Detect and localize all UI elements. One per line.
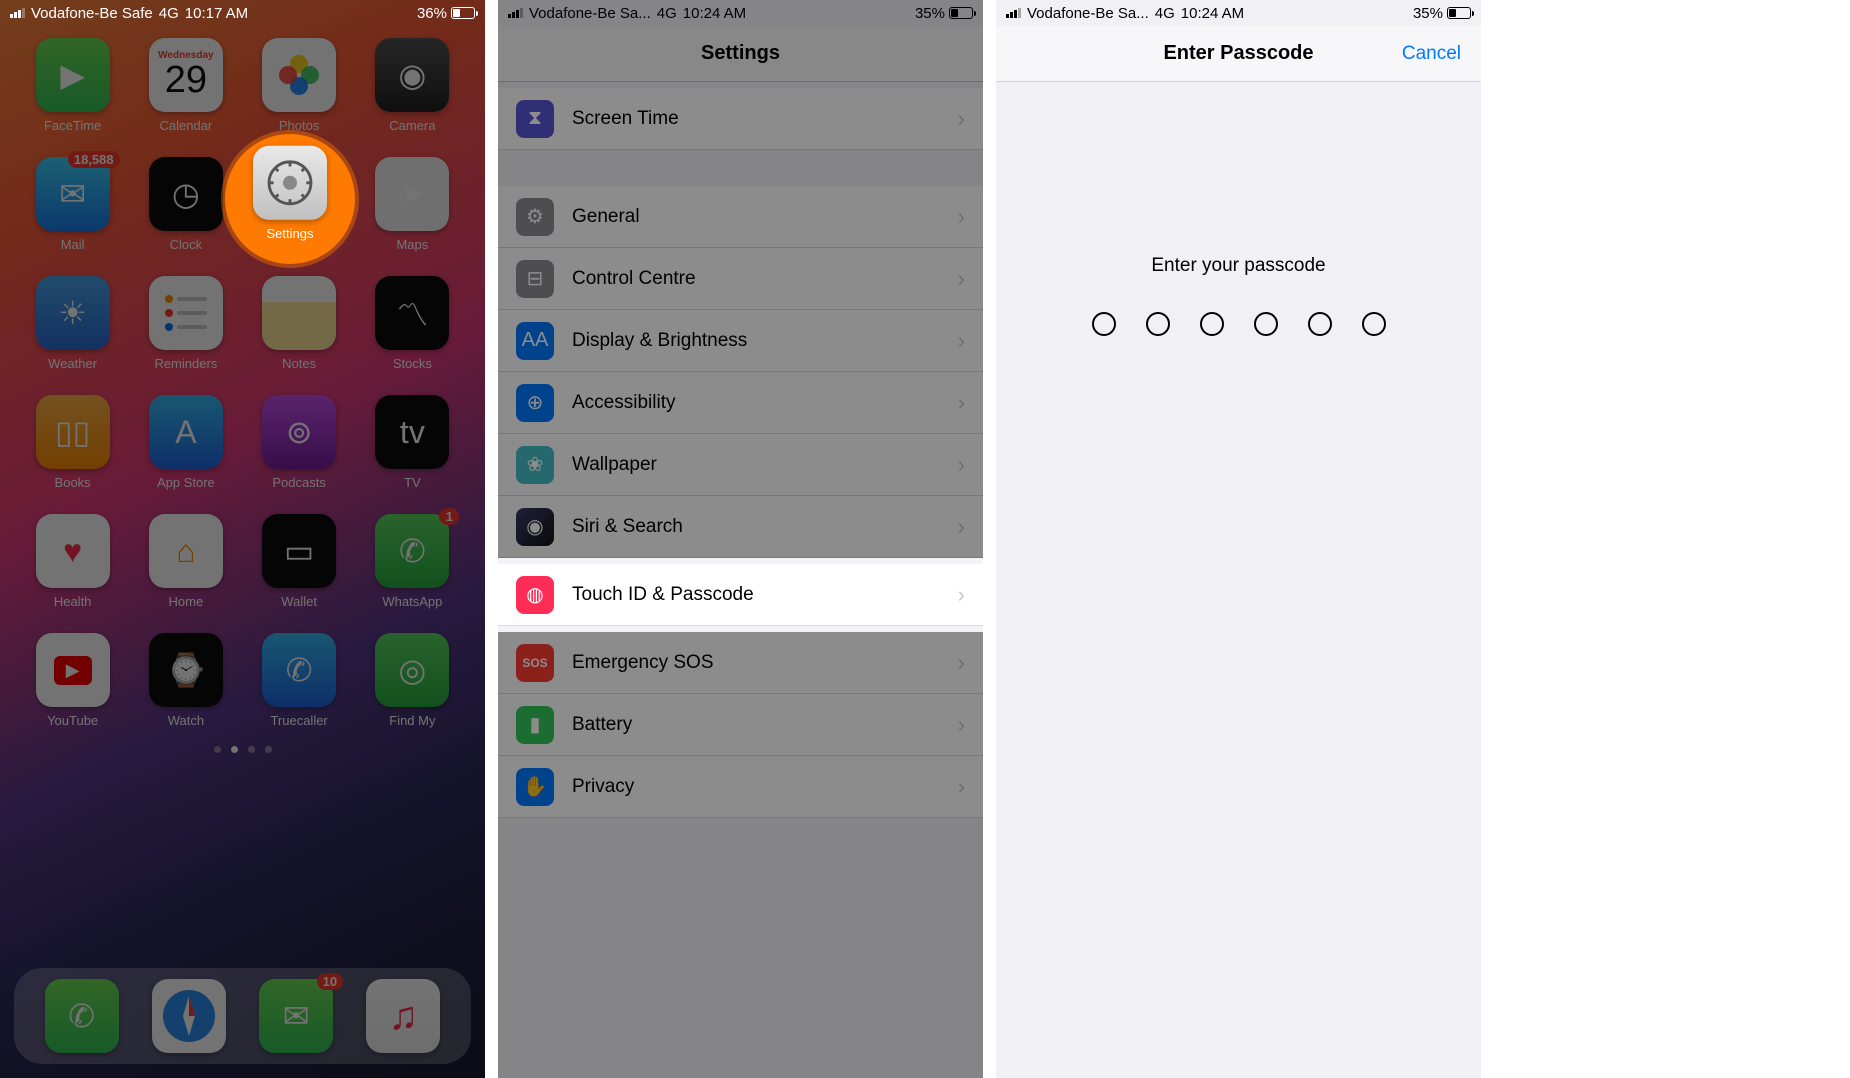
- nav-bar: Settings: [498, 26, 983, 82]
- battery-percent: 36%: [417, 5, 447, 22]
- passcode-dot: [1254, 312, 1278, 336]
- settings-row-touch-id-passcode[interactable]: ◍ Touch ID & Passcode›: [498, 564, 983, 626]
- row-label: General: [572, 206, 958, 228]
- row-label: Siri & Search: [572, 516, 958, 538]
- settings-panel: Vodafone-Be Sa... 4G 10:24 AM 35% Settin…: [498, 0, 983, 1078]
- row-label: Privacy: [572, 776, 958, 798]
- chevron-right-icon: ›: [958, 204, 965, 230]
- ri-general-icon: ⚙: [516, 198, 554, 236]
- row-label: Screen Time: [572, 108, 958, 130]
- ri-siri-icon: ◉: [516, 508, 554, 546]
- ri-wallpaper-icon: ❀: [516, 446, 554, 484]
- settings-row-wallpaper[interactable]: ❀ Wallpaper›: [498, 434, 983, 496]
- passcode-nav: Enter Passcode Cancel: [996, 26, 1481, 82]
- chevron-right-icon: ›: [958, 712, 965, 738]
- chevron-right-icon: ›: [958, 650, 965, 676]
- settings-row-general[interactable]: ⚙ General›: [498, 186, 983, 248]
- ri-sos-icon: SOS: [516, 644, 554, 682]
- chevron-right-icon: ›: [958, 452, 965, 478]
- carrier-label: Vodafone-Be Sa...: [529, 5, 651, 22]
- passcode-dots: [996, 312, 1481, 336]
- settings-row-screen-time[interactable]: ⧗ Screen Time›: [498, 88, 983, 150]
- battery-percent: 35%: [1413, 5, 1443, 22]
- home-screen-panel: Vodafone-Be Safe 4G 10:17 AM 36% ▶FaceTi…: [0, 0, 485, 1078]
- app-label: Settings: [267, 226, 314, 241]
- row-label: Emergency SOS: [572, 652, 958, 674]
- passcode-dot: [1362, 312, 1386, 336]
- battery-icon: [451, 7, 475, 19]
- settings-row-display-brightness[interactable]: AA Display & Brightness›: [498, 310, 983, 372]
- ri-accessibility-icon: ⊕: [516, 384, 554, 422]
- chevron-right-icon: ›: [958, 106, 965, 132]
- settings-row-battery[interactable]: ▮ Battery›: [498, 694, 983, 756]
- status-bar: Vodafone-Be Safe 4G 10:17 AM 36%: [0, 0, 485, 26]
- chevron-right-icon: ›: [958, 774, 965, 800]
- settings-row-accessibility[interactable]: ⊕ Accessibility›: [498, 372, 983, 434]
- settings-row-control-centre[interactable]: ⊟ Control Centre›: [498, 248, 983, 310]
- settings-icon: [253, 146, 327, 220]
- row-label: Touch ID & Passcode: [572, 584, 958, 606]
- signal-icon: [508, 8, 523, 18]
- passcode-panel: Vodafone-Be Sa... 4G 10:24 AM 35% Enter …: [996, 0, 1481, 1078]
- signal-icon: [1006, 8, 1021, 18]
- clock-label: 10:24 AM: [1181, 5, 1244, 22]
- row-label: Wallpaper: [572, 454, 958, 476]
- settings-highlight: Settings: [225, 134, 355, 264]
- ri-cc-icon: ⊟: [516, 260, 554, 298]
- ri-touchid-icon: ◍: [516, 576, 554, 614]
- passcode-dot: [1308, 312, 1332, 336]
- row-label: Control Centre: [572, 268, 958, 290]
- passcode-dot: [1200, 312, 1224, 336]
- settings-row-emergency-sos[interactable]: SOS Emergency SOS›: [498, 632, 983, 694]
- passcode-dot: [1092, 312, 1116, 336]
- cancel-button[interactable]: Cancel: [1402, 43, 1461, 65]
- settings-row-privacy[interactable]: ✋ Privacy›: [498, 756, 983, 818]
- row-label: Accessibility: [572, 392, 958, 414]
- chevron-right-icon: ›: [958, 328, 965, 354]
- status-bar: Vodafone-Be Sa... 4G 10:24 AM 35%: [498, 0, 983, 26]
- ri-screentime-icon: ⧗: [516, 100, 554, 138]
- ri-privacy-icon: ✋: [516, 768, 554, 806]
- chevron-right-icon: ›: [958, 514, 965, 540]
- passcode-dot: [1146, 312, 1170, 336]
- ri-battery-icon: ▮: [516, 706, 554, 744]
- chevron-right-icon: ›: [958, 582, 965, 608]
- clock-label: 10:17 AM: [185, 5, 248, 22]
- chevron-right-icon: ›: [958, 390, 965, 416]
- settings-list[interactable]: ⧗Screen Time›⚙General›⊟Control Centre›AA…: [498, 82, 983, 1078]
- nav-title: Settings: [701, 42, 780, 65]
- battery-icon: [1447, 7, 1471, 19]
- carrier-label: Vodafone-Be Sa...: [1027, 5, 1149, 22]
- clock-label: 10:24 AM: [683, 5, 746, 22]
- signal-icon: [10, 8, 25, 18]
- network-label: 4G: [159, 5, 179, 22]
- passcode-prompt: Enter your passcode: [996, 255, 1481, 277]
- app-settings[interactable]: Settings: [253, 146, 327, 241]
- battery-icon: [949, 7, 973, 19]
- network-label: 4G: [1155, 5, 1175, 22]
- status-bar: Vodafone-Be Sa... 4G 10:24 AM 35%: [996, 0, 1481, 26]
- network-label: 4G: [657, 5, 677, 22]
- battery-percent: 35%: [915, 5, 945, 22]
- ri-display-icon: AA: [516, 322, 554, 360]
- row-label: Display & Brightness: [572, 330, 958, 352]
- row-label: Battery: [572, 714, 958, 736]
- passcode-title: Enter Passcode: [1163, 42, 1313, 65]
- carrier-label: Vodafone-Be Safe: [31, 5, 153, 22]
- chevron-right-icon: ›: [958, 266, 965, 292]
- settings-row-siri-search[interactable]: ◉ Siri & Search›: [498, 496, 983, 558]
